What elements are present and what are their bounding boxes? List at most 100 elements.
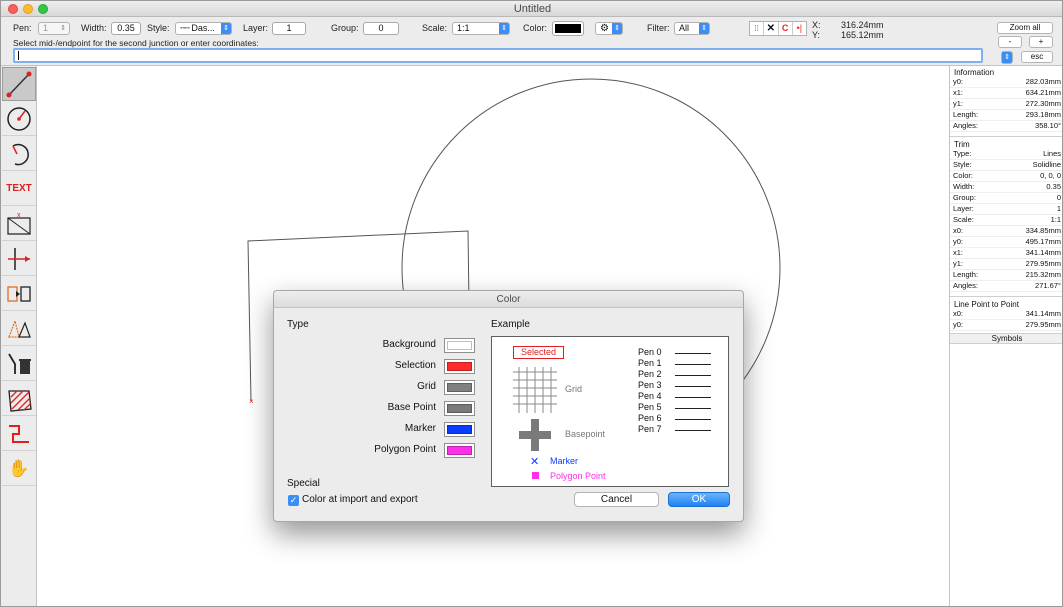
command-input[interactable] xyxy=(13,48,983,63)
snap-center-icon[interactable]: C xyxy=(779,22,793,35)
info-value: 334.85mm xyxy=(1025,226,1061,235)
info-key: Angles: xyxy=(953,121,979,130)
info-value: 1 xyxy=(1056,204,1061,213)
info-value: 495.17mm xyxy=(1025,237,1061,246)
color-type-label: Background xyxy=(382,339,436,350)
color-swatch xyxy=(447,425,472,434)
info-key: Type: xyxy=(953,149,972,158)
circle-tool[interactable] xyxy=(2,102,36,136)
zoom-out-button[interactable]: - xyxy=(998,36,1022,48)
pen-stepper[interactable]: 1 ⇕ xyxy=(38,22,70,35)
zoom-in-button[interactable]: + xyxy=(1029,36,1053,48)
info-row: y1: 272.30mm xyxy=(950,99,1062,110)
scale-select[interactable]: 1:1 ⇕ xyxy=(452,22,510,35)
info-value: 279.95mm xyxy=(1025,320,1061,329)
info-key: x1: xyxy=(953,88,964,97)
info-row: Scale: 1:1 xyxy=(950,215,1062,226)
info-key: y0: xyxy=(953,77,964,86)
layer-field[interactable]: 1 xyxy=(272,22,306,35)
filter-select[interactable]: All ⇕ xyxy=(674,22,710,35)
coord-x-value: 316.24mm xyxy=(841,20,884,30)
color-well[interactable] xyxy=(444,338,475,353)
coord-x-label: X: xyxy=(812,20,821,30)
snap-x-icon[interactable]: ✕ xyxy=(764,22,779,35)
color-well[interactable] xyxy=(552,21,584,36)
color-label: Color: xyxy=(523,23,548,33)
info-panel: Information y0: 282.03mm x1: 634.21mm y1: 272… xyxy=(949,66,1062,606)
cancel-button[interactable]: Cancel xyxy=(574,492,659,507)
snap-grid-icon[interactable]: ⁞⁞ xyxy=(750,22,765,35)
filter-value: All xyxy=(679,23,690,33)
information-rows: y0: 282.03mm x1: 634.21mm y1: 272.30mm Length:… xyxy=(950,77,1062,132)
info-value: 279.95mm xyxy=(1025,259,1061,268)
pen-line xyxy=(675,353,711,354)
divider xyxy=(950,296,1062,297)
info-row: Length: 293.18mm xyxy=(950,110,1062,121)
grid-icon xyxy=(513,367,557,413)
ok-button[interactable]: OK xyxy=(668,492,730,507)
snap-point-icon[interactable]: •| xyxy=(793,22,806,35)
info-row: Layer: 1 xyxy=(950,204,1062,215)
pen-line xyxy=(675,386,711,387)
info-key: Width: xyxy=(953,182,975,191)
style-select[interactable]: ╌╌ Das... ⇕ xyxy=(175,22,232,35)
info-row: y0: 282.03mm xyxy=(950,77,1062,88)
arc-icon xyxy=(12,143,29,165)
settings-menu[interactable]: ⚙ ⇕ xyxy=(595,22,623,35)
info-key: x0: xyxy=(953,226,964,235)
color-swatch xyxy=(447,383,472,392)
zoom-all-button[interactable]: Zoom all xyxy=(997,22,1053,34)
color-import-export-checkbox[interactable]: ✓ xyxy=(288,495,299,506)
dimension-icon: x xyxy=(7,212,31,235)
info-key: Angles: xyxy=(953,281,979,290)
filter-label: Filter: xyxy=(647,23,670,33)
symbols-tab[interactable]: Symbols xyxy=(950,333,1062,344)
pen-label: Pen 5 xyxy=(638,402,662,412)
coord-y-value: 165.12mm xyxy=(841,30,884,40)
pen-label: Pen 4 xyxy=(638,391,662,401)
color-well[interactable] xyxy=(444,380,475,395)
marker-sample-label: Marker xyxy=(550,456,579,466)
info-value: Lines xyxy=(1043,149,1061,158)
color-type-label: Grid xyxy=(417,381,436,392)
info-key: Group: xyxy=(953,193,976,202)
pen-label: Pen 3 xyxy=(638,380,662,390)
color-swatch xyxy=(555,24,581,33)
text-caret xyxy=(18,51,19,60)
esc-button[interactable]: esc xyxy=(1021,51,1053,63)
history-dropdown[interactable]: ⇕ xyxy=(1001,51,1013,64)
transform-tool[interactable] xyxy=(2,312,36,346)
dimension-tool[interactable]: x xyxy=(2,207,36,241)
copy-tool[interactable] xyxy=(2,277,36,311)
pen-line xyxy=(675,375,711,376)
hatch-tool[interactable] xyxy=(2,382,36,416)
color-type-label: Selection xyxy=(394,360,436,371)
polyline-tool[interactable] xyxy=(2,417,36,451)
group-field[interactable]: 0 xyxy=(363,22,399,35)
color-well[interactable] xyxy=(444,359,475,374)
marker-icon: ✕ xyxy=(530,456,540,468)
junction-tool[interactable] xyxy=(2,242,36,276)
pen-line xyxy=(675,430,711,431)
stepper-icon: ⇕ xyxy=(60,25,66,32)
svg-text:x: x xyxy=(17,212,21,219)
info-value: 0, 0, 0 xyxy=(1040,171,1061,180)
polygon-point-icon xyxy=(532,472,539,479)
delete-tool[interactable] xyxy=(2,347,36,381)
arc-tool[interactable] xyxy=(2,137,36,171)
pen-label: Pen 7 xyxy=(638,424,662,434)
color-well[interactable] xyxy=(444,422,475,437)
line-tool[interactable] xyxy=(2,67,36,101)
transform-icon xyxy=(8,318,31,338)
info-row: y1: 279.95mm xyxy=(950,259,1062,270)
width-field[interactable]: 0.35 xyxy=(111,22,141,35)
info-value: 293.18mm xyxy=(1025,110,1061,119)
pan-tool[interactable]: ✋ xyxy=(2,452,36,486)
pen-label: Pen 0 xyxy=(638,347,662,357)
copy-icon xyxy=(7,285,31,302)
info-key: x0: xyxy=(953,309,964,318)
trim-rows: Type: Lines Style: Solidline Color: 0, 0, 0 Wi… xyxy=(950,149,1062,292)
text-tool[interactable]: TEXT xyxy=(2,172,36,206)
color-well[interactable] xyxy=(444,443,475,458)
color-well[interactable] xyxy=(444,401,475,416)
